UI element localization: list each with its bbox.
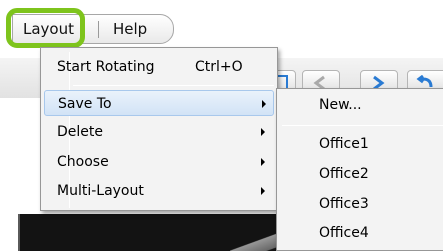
submenu-item-office4[interactable]: Office4 (319, 221, 369, 245)
submenu-item-office1[interactable]: Office1 (319, 132, 369, 156)
menubar: Layout Help (12, 14, 174, 44)
menu-item-multi-layout[interactable]: Multi-Layout (44, 178, 274, 204)
menu-item-label: Save To (58, 96, 112, 112)
menu-item-shortcut: Ctrl+O (195, 59, 243, 75)
submenu-item-new[interactable]: New... (319, 93, 362, 117)
save-to-submenu: New... Office1 Office2 Office3 Office4 (276, 88, 443, 251)
menu-item-label: Delete (57, 124, 103, 140)
submenu-arrow-icon (261, 128, 265, 136)
submenu-item-office2[interactable]: Office2 (319, 162, 369, 186)
menubar-separator (98, 21, 99, 38)
submenu-divider (282, 125, 443, 126)
menu-item-label: Multi-Layout (57, 183, 144, 199)
submenu-arrow-icon (261, 158, 265, 166)
menu-item-label: Choose (57, 154, 109, 170)
menu-item-delete[interactable]: Delete (44, 119, 274, 145)
menu-item-save-to[interactable]: Save To (44, 90, 274, 116)
menu-help[interactable]: Help (113, 15, 147, 43)
menu-item-choose[interactable]: Choose (44, 149, 274, 175)
menu-layout[interactable]: Layout (23, 15, 74, 43)
submenu-arrow-icon (262, 100, 266, 108)
menu-item-start-rotating[interactable]: Start Rotating Ctrl+O (44, 54, 274, 80)
layout-dropdown-menu: Start Rotating Ctrl+O Save To Delete Cho… (40, 47, 278, 211)
menu-divider (73, 85, 274, 86)
submenu-arrow-icon (261, 187, 265, 195)
submenu-item-office3[interactable]: Office3 (319, 192, 369, 216)
menu-item-label: Start Rotating (57, 59, 155, 75)
